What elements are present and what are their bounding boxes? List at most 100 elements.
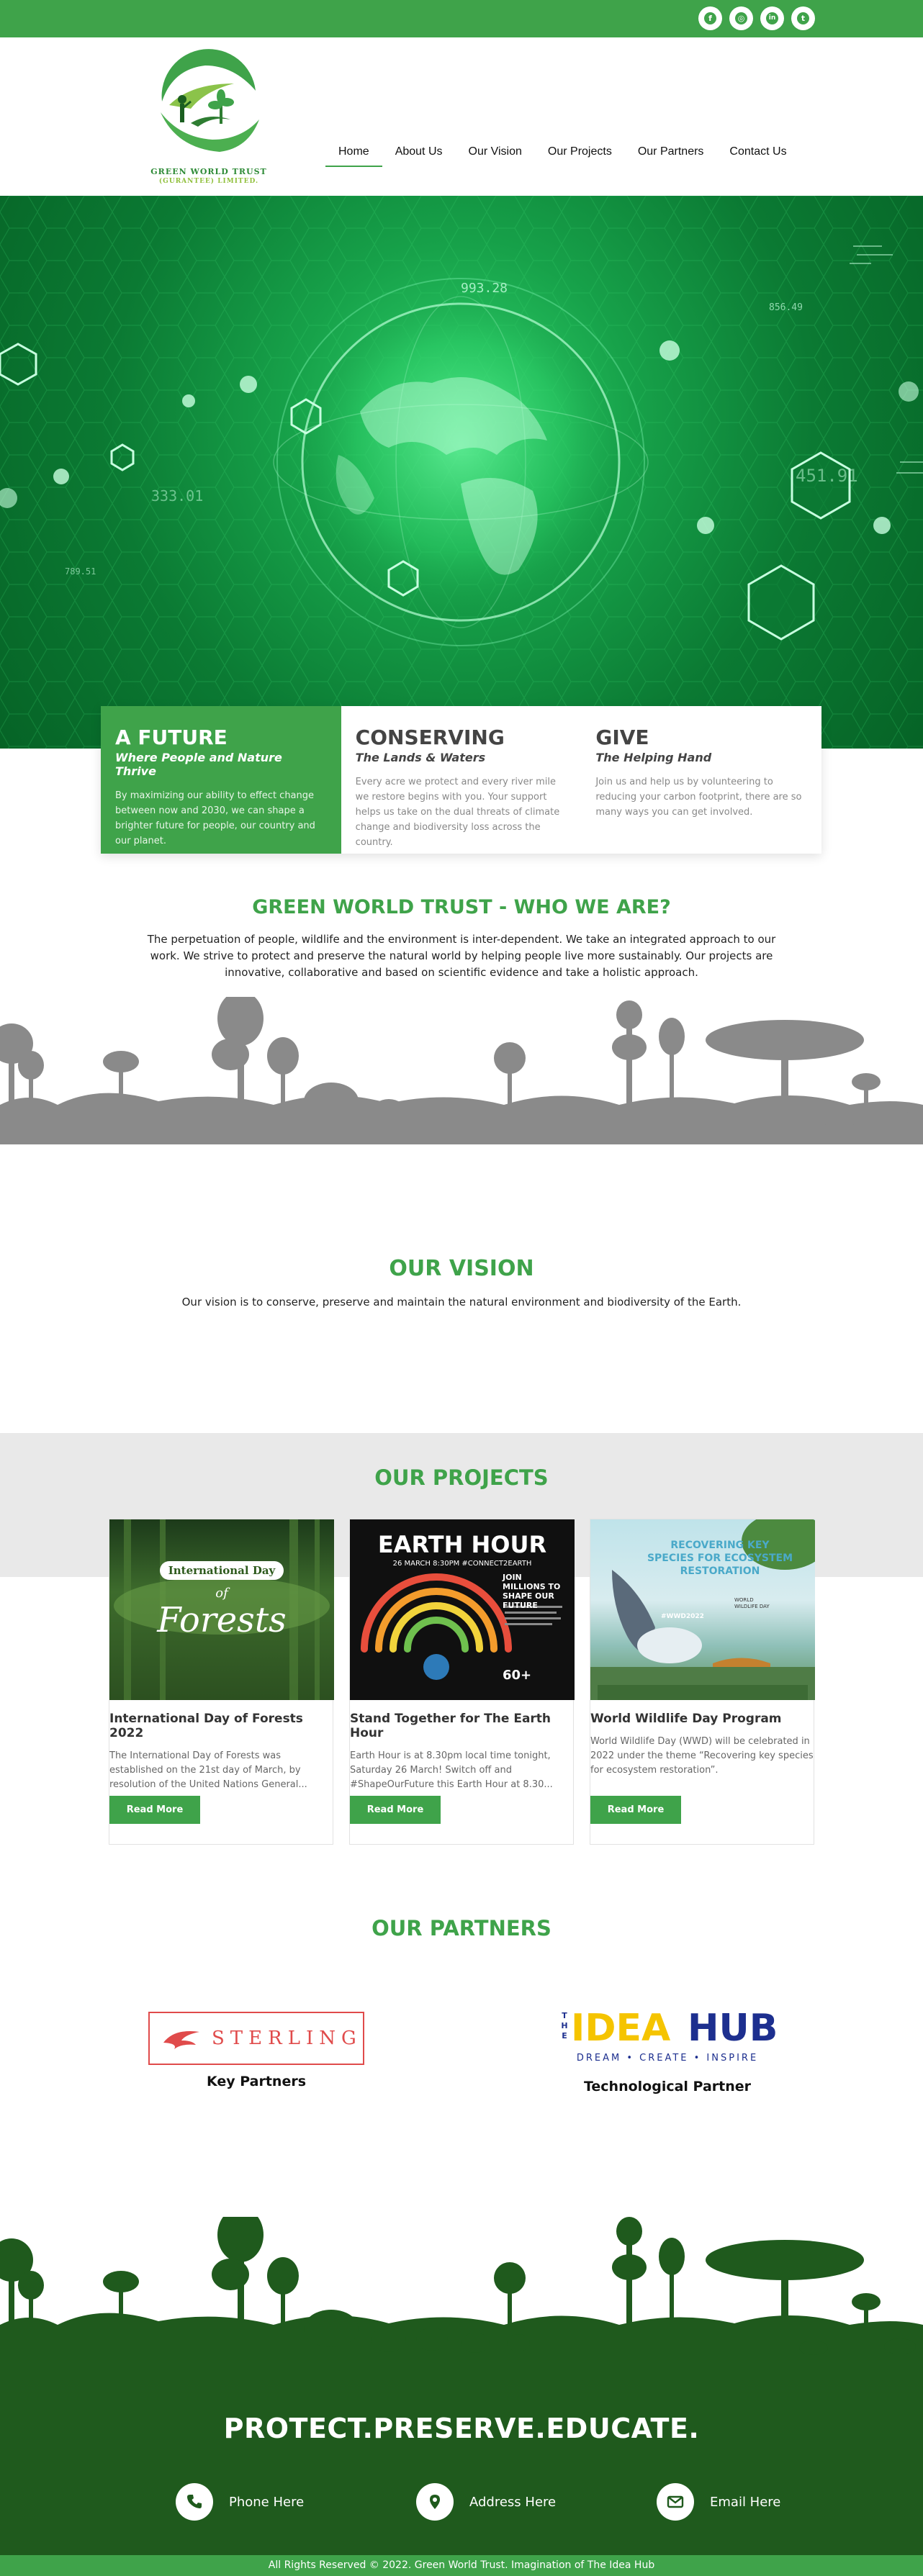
earth-hour-image-count: 60+: [503, 1668, 532, 1683]
project-title: Stand Together for The Earth Hour: [350, 1712, 551, 1740]
project-image-wildlife-day: RECOVERING KEY SPECIES FOR ECOSYSTEM RES…: [590, 1519, 815, 1700]
feature-text: Join us and help us by volunteering to r…: [595, 777, 802, 818]
wildlife-image-line3: RESTORATION: [680, 1565, 760, 1577]
partner-sterling[interactable]: STERLING Key Partners: [112, 2012, 400, 2089]
wildlife-image-line1: RECOVERING KEY: [670, 1540, 770, 1551]
project-title: World Wildlife Day Program: [590, 1712, 782, 1726]
twitter-link[interactable]: t: [791, 6, 815, 30]
forests-image-line2: of: [215, 1586, 228, 1601]
feature-title: CONSERVING: [355, 726, 505, 749]
hero-banner: 993.28 856.49 333.01 451.91 789.51: [0, 196, 923, 749]
who-we-are-heading: GREEN WORLD TRUST - WHO WE ARE?: [252, 896, 671, 918]
wildlife-silhouette-green: [0, 2217, 923, 2390]
feature-text: By maximizing our ability to effect chan…: [115, 790, 315, 846]
feature-boxes: A FUTURE Where People and Nature Thrive …: [101, 706, 821, 854]
social-links: f ◎ in t: [698, 6, 815, 30]
logo-subname: (GURANTEE) LIMITED.: [158, 178, 259, 185]
nav-about-us[interactable]: About Us: [382, 138, 456, 167]
linkedin-icon: in: [766, 12, 778, 24]
phone-icon: [176, 2483, 213, 2521]
project-card-wildlife-day: RECOVERING KEY SPECIES FOR ECOSYSTEM RES…: [590, 1519, 815, 1845]
sterling-mark-icon: [163, 2031, 199, 2049]
read-more-button[interactable]: Read More: [350, 1796, 441, 1824]
email-icon: [657, 2483, 694, 2521]
contact-address-label: Address Here: [469, 2494, 557, 2510]
idea-hub-tagline: DREAM • CREATE • INSPIRE: [576, 2053, 759, 2064]
feature-future: A FUTURE Where People and Nature Thrive …: [101, 706, 341, 854]
hero-readout-5: 789.51: [65, 566, 96, 577]
project-cards: International Day of Forests Internation…: [109, 1519, 815, 1845]
contact-address[interactable]: Address Here: [416, 2483, 556, 2521]
idea-hub-hub: HUB: [688, 2007, 778, 2050]
sterling-logo: STERLING: [148, 2012, 364, 2065]
forests-image-line3: Forests: [157, 1600, 287, 1640]
instagram-icon: ◎: [735, 12, 747, 24]
hero-readout-1: 993.28: [461, 281, 508, 296]
idea-hub-logo: THE IDEA HUB DREAM • CREATE • INSPIRE: [559, 2007, 778, 2070]
contact-email-label: Email Here: [710, 2494, 781, 2510]
feature-title: A FUTURE: [115, 726, 228, 749]
feature-subtitle: Where People and Nature Thrive: [115, 751, 282, 778]
read-more-button[interactable]: Read More: [590, 1796, 681, 1824]
our-vision-section: OUR VISION Our vision is to conserve, pr…: [0, 1256, 923, 1309]
nav-our-vision[interactable]: Our Vision: [456, 138, 535, 167]
site-footer: PROTECT.PRESERVE.EDUCATE. Phone Here Add…: [0, 2217, 923, 2576]
facebook-icon: f: [704, 12, 716, 24]
vision-text: Our vision is to conserve, preserve and …: [181, 1296, 742, 1309]
forests-image-line1: International Day: [168, 1564, 276, 1577]
hero-globe-graphic: [0, 196, 923, 749]
partner-caption: Key Partners: [206, 2074, 307, 2089]
vision-heading: OUR VISION: [389, 1256, 534, 1281]
partner-caption: Technological Partner: [583, 2079, 752, 2094]
who-we-are-section: GREEN WORLD TRUST - WHO WE ARE? The perp…: [0, 896, 923, 981]
nav-home[interactable]: Home: [325, 138, 382, 167]
project-excerpt: The International Day of Forests was est…: [109, 1750, 307, 1790]
idea-hub-the: THE: [561, 2011, 568, 2041]
who-we-are-text: The perpetuation of people, wildlife and…: [147, 933, 776, 979]
wildlife-silhouette-gray: [0, 997, 923, 1144]
nav-our-projects[interactable]: Our Projects: [535, 138, 625, 167]
footer-slogan: PROTECT.PRESERVE.EDUCATE.: [223, 2413, 700, 2444]
project-card-earth-hour: EARTH HOUR 26 MARCH 8:30PM #CONNECT2EART…: [349, 1519, 575, 1845]
hero-readout-3: 333.01: [151, 487, 204, 505]
hero-readout-4: 451.91: [796, 466, 858, 486]
earth-hour-image-title: EARTH HOUR: [377, 1531, 547, 1558]
feature-subtitle: The Lands & Waters: [355, 751, 486, 764]
twitter-icon: t: [797, 12, 809, 24]
project-title: International Day of Forests 2022: [109, 1712, 303, 1740]
feature-give: GIVE The Helping Hand Join us and help u…: [581, 706, 821, 854]
read-more-button[interactable]: Read More: [109, 1796, 200, 1824]
projects-heading: OUR PROJECTS: [374, 1465, 549, 1490]
copyright-bar: All Rights Reserved © 2022. Green World …: [0, 2555, 923, 2576]
project-image-forests: International Day of Forests: [109, 1519, 334, 1700]
contact-phone[interactable]: Phone Here: [176, 2483, 304, 2521]
instagram-link[interactable]: ◎: [729, 6, 753, 30]
logo-emblem: [156, 49, 261, 156]
sterling-logo-text: STERLING: [212, 2028, 362, 2049]
location-icon: [416, 2483, 454, 2521]
feature-subtitle: The Helping Hand: [595, 751, 712, 764]
project-excerpt: World Wildlife Day (WWD) will be celebra…: [590, 1736, 814, 1776]
project-card-forests: International Day of Forests Internation…: [109, 1519, 334, 1845]
earth-hour-image-tagline: JOIN MILLIONS TO SHAPE OUR FUTURE: [503, 1573, 561, 1610]
project-excerpt: Earth Hour is at 8.30pm local time tonig…: [350, 1750, 553, 1790]
contact-email[interactable]: Email Here: [657, 2483, 780, 2521]
wildlife-image-badge: WORLD WILDLIFE DAY: [734, 1597, 770, 1609]
wildlife-image-line2: SPECIES FOR ECOSYSTEM: [647, 1553, 793, 1564]
facebook-link[interactable]: f: [698, 6, 722, 30]
site-header: GREEN WORLD TRUST (GURANTEE) LIMITED. Ho…: [0, 37, 923, 196]
feature-title: GIVE: [595, 726, 649, 749]
partner-idea-hub[interactable]: THE IDEA HUB DREAM • CREATE • INSPIRE Te…: [523, 2007, 811, 2094]
idea-hub-idea: IDEA: [571, 2007, 671, 2050]
nav-contact-us[interactable]: Contact Us: [716, 138, 799, 167]
hero-readout-2: 856.49: [769, 302, 803, 313]
feature-conserving: CONSERVING The Lands & Waters Every acre…: [341, 706, 582, 854]
contact-phone-label: Phone Here: [229, 2494, 305, 2510]
wildlife-image-hashtag: #WWD2022: [661, 1613, 704, 1620]
site-logo[interactable]: GREEN WORLD TRUST (GURANTEE) LIMITED.: [148, 48, 270, 191]
partners-heading: OUR PARTNERS: [372, 1916, 551, 1940]
nav-our-partners[interactable]: Our Partners: [625, 138, 717, 167]
project-image-earth-hour: EARTH HOUR 26 MARCH 8:30PM #CONNECT2EART…: [350, 1519, 575, 1700]
footer-band: [0, 2382, 923, 2555]
linkedin-link[interactable]: in: [760, 6, 784, 30]
